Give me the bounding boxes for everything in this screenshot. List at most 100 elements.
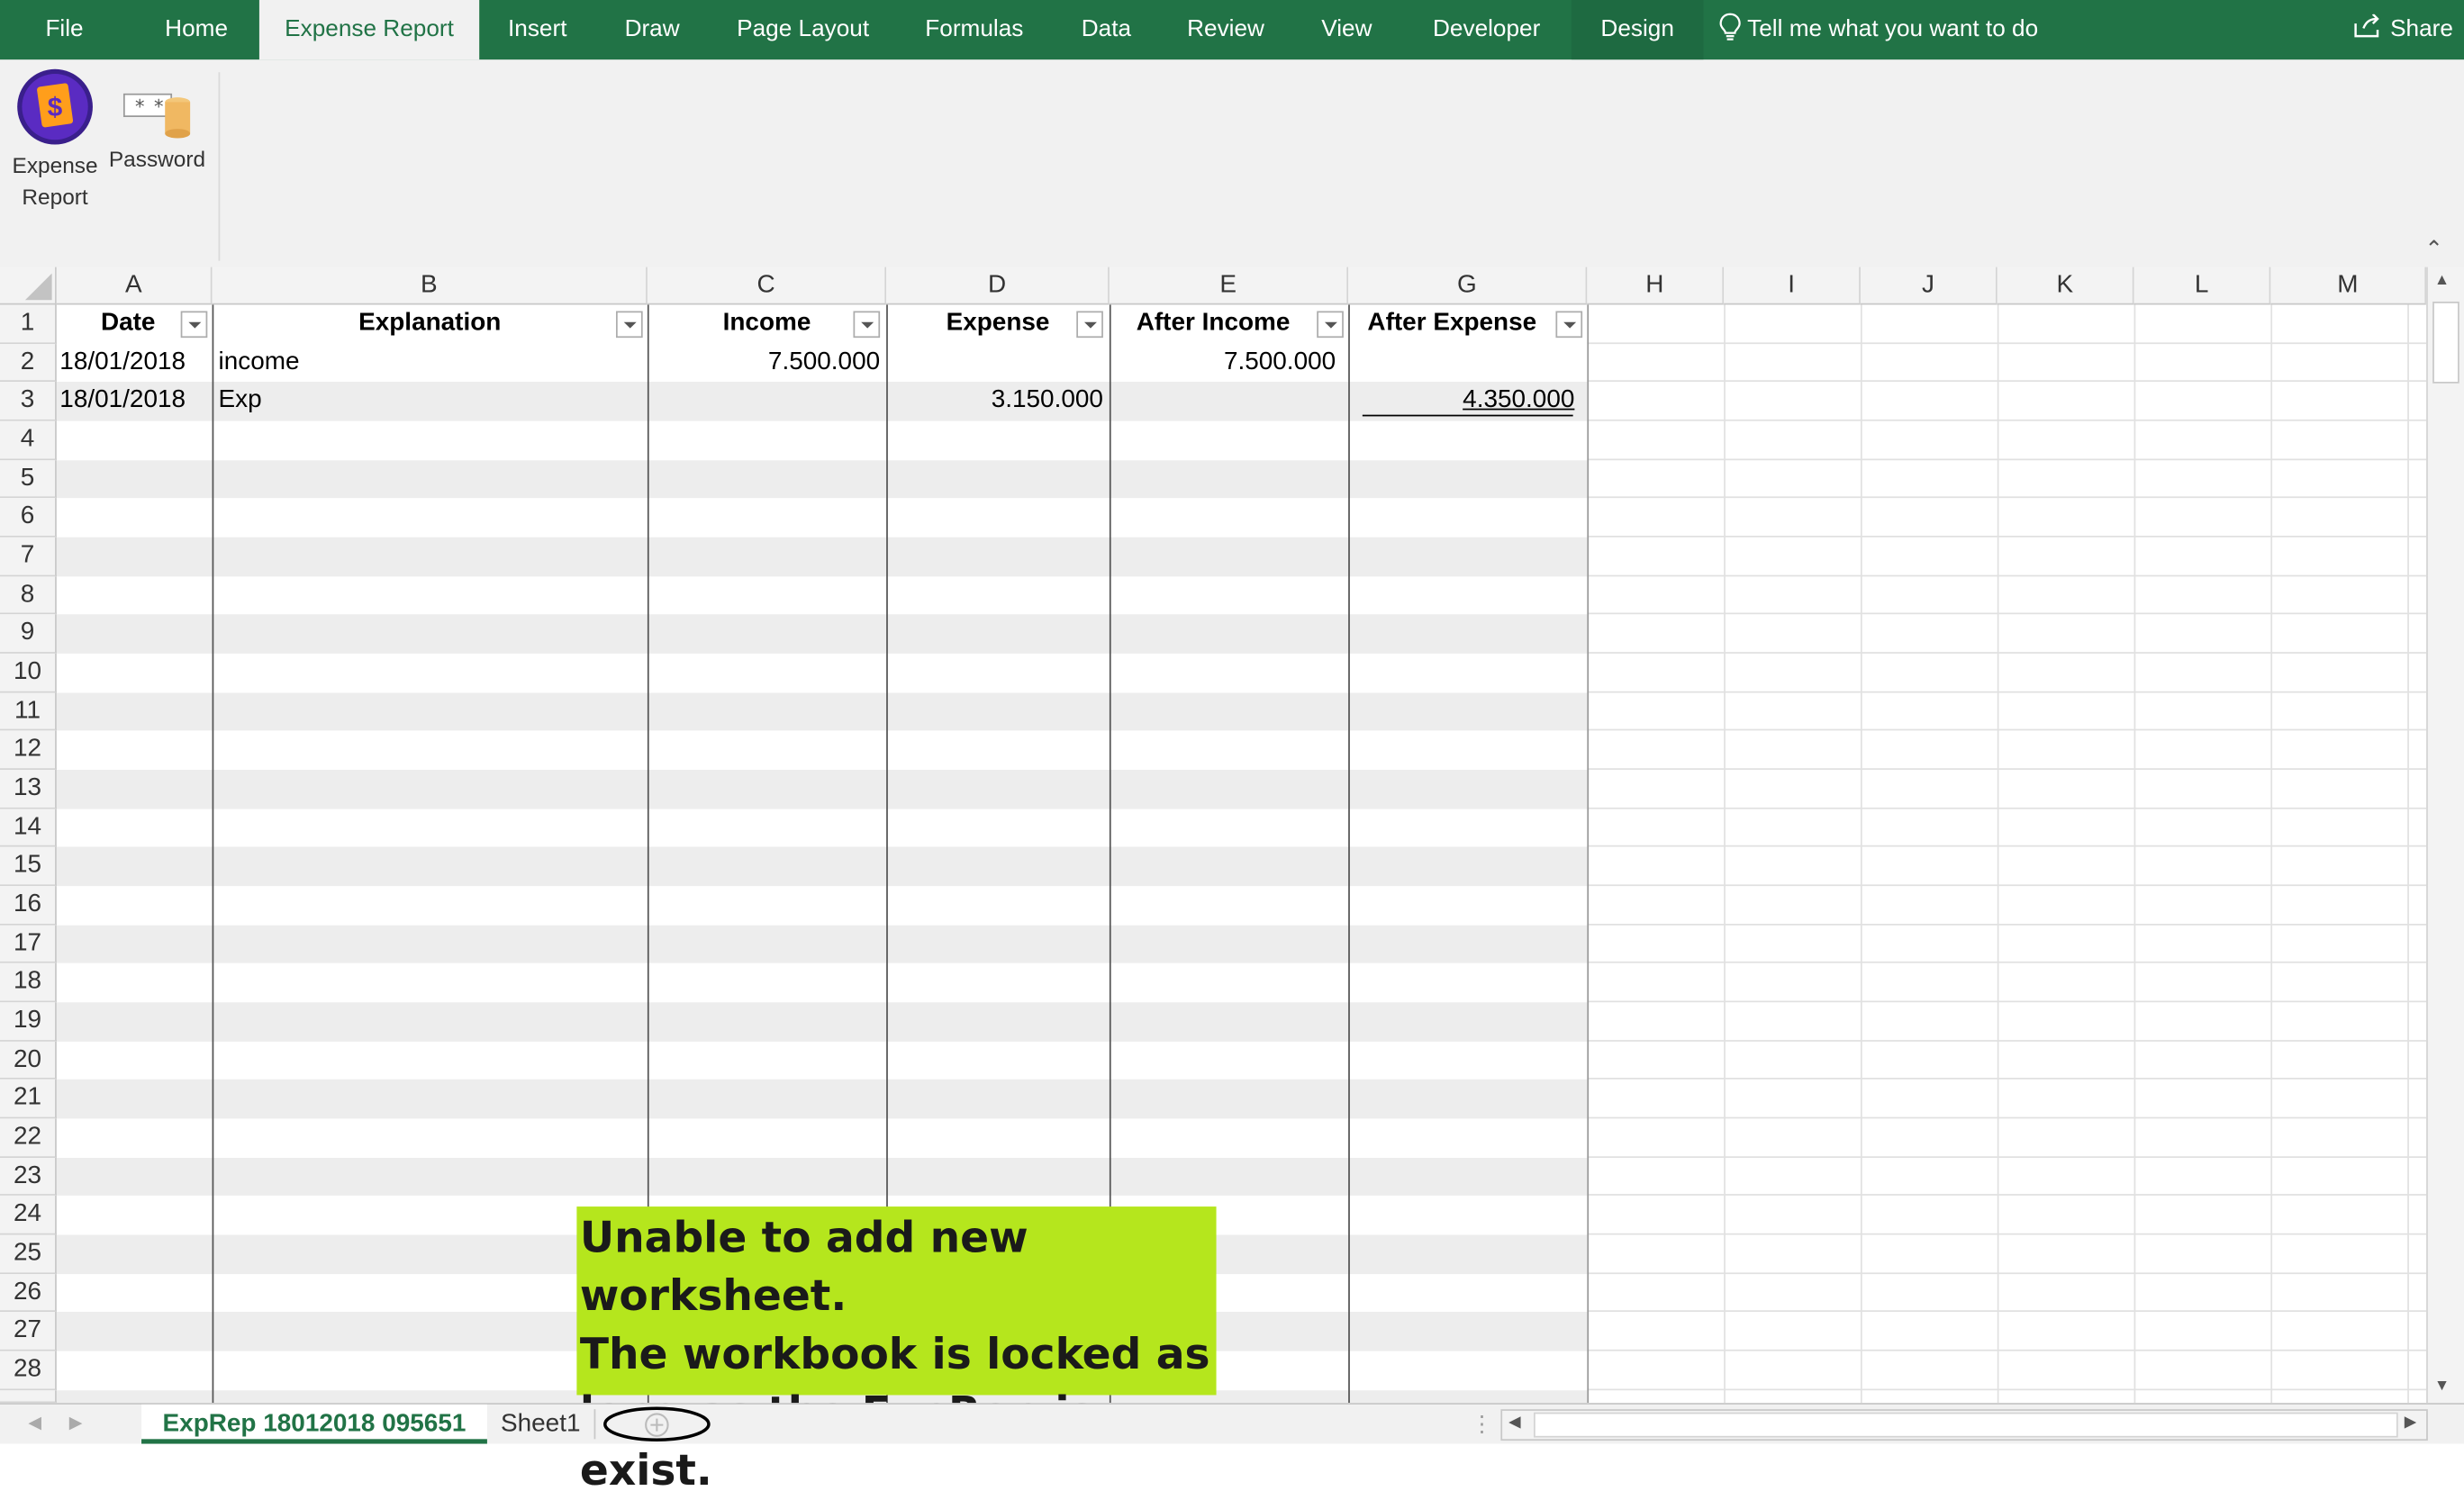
- cell-c2[interactable]: 7.500.000: [648, 344, 886, 383]
- row-header[interactable]: 19: [0, 1002, 57, 1042]
- worksheet-grid[interactable]: A B C D E G H I J K L M 1 2 3 4 5 6 7 8 9 10 11 12 1…: [0, 267, 2464, 1404]
- tab-scroll-right-icon[interactable]: ▶: [69, 1405, 83, 1444]
- password-button[interactable]: * * Password: [107, 88, 208, 171]
- filter-dropdown-date[interactable]: [180, 311, 208, 339]
- column-header-k[interactable]: K: [1997, 267, 2134, 305]
- tab-developer[interactable]: Developer: [1414, 0, 1559, 59]
- row-header[interactable]: 12: [0, 731, 57, 771]
- row-header[interactable]: 15: [0, 847, 57, 887]
- scroll-up-icon[interactable]: ▲: [2434, 272, 2450, 289]
- horizontal-scrollbar[interactable]: ◀ ▶: [1500, 1409, 2428, 1441]
- row-header[interactable]: 24: [0, 1196, 57, 1235]
- row-header[interactable]: 4: [0, 420, 57, 460]
- row-header[interactable]: 2: [0, 343, 57, 383]
- cell-a3[interactable]: 18/01/2018: [59, 383, 212, 421]
- row-header[interactable]: 18: [0, 963, 57, 1003]
- tab-data[interactable]: Data: [1067, 0, 1146, 59]
- column-header-b[interactable]: B: [212, 267, 648, 305]
- cell-a2[interactable]: 18/01/2018: [59, 344, 212, 383]
- expense-report-button[interactable]: $ Expense Report: [6, 66, 104, 212]
- row-header[interactable]: 7: [0, 537, 57, 576]
- row-header[interactable]: 9: [0, 614, 57, 654]
- row-header[interactable]: 11: [0, 691, 57, 731]
- tab-scroll-left-icon[interactable]: ◀: [28, 1405, 41, 1444]
- sheet-tab-sheet1[interactable]: Sheet1: [490, 1405, 591, 1444]
- row-header[interactable]: 23: [0, 1157, 57, 1197]
- tab-page-layout[interactable]: Page Layout: [724, 0, 881, 59]
- filter-dropdown-expense[interactable]: [1076, 311, 1103, 339]
- table-border: [212, 304, 214, 1404]
- cell-d3[interactable]: 3.150.000: [886, 383, 1110, 421]
- row-header[interactable]: 21: [0, 1080, 57, 1119]
- tab-file[interactable]: File: [28, 0, 100, 59]
- row-header[interactable]: 16: [0, 886, 57, 926]
- tab-formulas[interactable]: Formulas: [911, 0, 1037, 59]
- scroll-down-icon[interactable]: ▼: [2434, 1378, 2450, 1395]
- tell-me-box[interactable]: Tell me what you want to do: [1719, 0, 2080, 59]
- tab-view[interactable]: View: [1308, 0, 1386, 59]
- filter-dropdown-after-income[interactable]: [1317, 311, 1344, 339]
- row-header[interactable]: 17: [0, 925, 57, 964]
- hscroll-right-icon[interactable]: ▶: [2405, 1414, 2416, 1431]
- header-explanation[interactable]: Explanation: [213, 305, 648, 344]
- tab-insert[interactable]: Insert: [494, 0, 582, 59]
- header-after-expense[interactable]: After Expense: [1348, 305, 1587, 344]
- cell-e2[interactable]: 7.500.000: [1110, 344, 1348, 383]
- svg-text:*: *: [135, 96, 144, 118]
- header-income[interactable]: Income: [648, 305, 886, 344]
- column-header-m[interactable]: M: [2270, 267, 2427, 305]
- column-header-c[interactable]: C: [647, 267, 887, 305]
- row-header[interactable]: 14: [0, 809, 57, 848]
- tab-design[interactable]: Design: [1571, 0, 1704, 60]
- header-after-income[interactable]: After Income: [1110, 305, 1348, 344]
- select-all-button[interactable]: [0, 267, 57, 305]
- gridline: [1587, 536, 2427, 538]
- row-header[interactable]: 26: [0, 1273, 57, 1313]
- gridline: [1587, 1310, 2427, 1313]
- column-header-i[interactable]: I: [1724, 267, 1861, 305]
- row-header[interactable]: 13: [0, 770, 57, 809]
- column-header-d[interactable]: D: [886, 267, 1110, 305]
- row-header[interactable]: 22: [0, 1118, 57, 1158]
- row-header[interactable]: 25: [0, 1234, 57, 1274]
- ribbon-body: $ Expense Report * * Password ⌃: [0, 59, 2464, 269]
- new-sheet-button[interactable]: [602, 1405, 711, 1444]
- tab-expense-report[interactable]: Expense Report: [258, 0, 480, 60]
- row-header[interactable]: 5: [0, 459, 57, 499]
- vertical-scroll-thumb[interactable]: [2432, 302, 2459, 384]
- cell-g2[interactable]: [1348, 344, 1587, 383]
- cell-b2[interactable]: income: [219, 344, 643, 383]
- split-handle-icon[interactable]: ⋮: [1471, 1405, 1492, 1444]
- cell-d2[interactable]: [886, 344, 1110, 383]
- collapse-ribbon-icon[interactable]: ⌃: [2424, 236, 2442, 263]
- cell-c3[interactable]: [648, 383, 886, 421]
- filter-dropdown-income[interactable]: [853, 311, 881, 339]
- row-header[interactable]: 10: [0, 653, 57, 692]
- filter-dropdown-explanation[interactable]: [616, 311, 643, 339]
- row-header[interactable]: 8: [0, 575, 57, 615]
- filter-dropdown-after-expense[interactable]: [1555, 311, 1583, 339]
- tab-review[interactable]: Review: [1173, 0, 1277, 59]
- column-header-e[interactable]: E: [1109, 267, 1349, 305]
- horizontal-scroll-thumb[interactable]: [1534, 1412, 2398, 1438]
- row-header[interactable]: 3: [0, 382, 57, 421]
- row-header[interactable]: 20: [0, 1041, 57, 1080]
- row-header[interactable]: 27: [0, 1312, 57, 1351]
- tab-draw[interactable]: Draw: [610, 0, 694, 59]
- share-button[interactable]: Share: [2348, 0, 2458, 59]
- sheet-tab-exprep[interactable]: ExpRep 18012018 095651: [141, 1404, 487, 1444]
- hscroll-left-icon[interactable]: ◀: [1508, 1414, 1520, 1431]
- row-header[interactable]: 1: [0, 304, 57, 344]
- annotation-callout: Unable to add new worksheet. The workboo…: [576, 1206, 1217, 1495]
- row-header[interactable]: 6: [0, 498, 57, 538]
- vertical-scrollbar[interactable]: ▲ ▼: [2426, 267, 2464, 1404]
- column-header-j[interactable]: J: [1860, 267, 1997, 305]
- cell-e3[interactable]: [1110, 383, 1348, 421]
- column-header-a[interactable]: A: [56, 267, 213, 305]
- column-header-h[interactable]: H: [1587, 267, 1725, 305]
- column-header-g[interactable]: G: [1348, 267, 1588, 305]
- tab-home[interactable]: Home: [148, 0, 245, 59]
- column-header-l[interactable]: L: [2133, 267, 2271, 305]
- cell-b3[interactable]: Exp: [219, 383, 643, 421]
- row-header[interactable]: 28: [0, 1351, 57, 1390]
